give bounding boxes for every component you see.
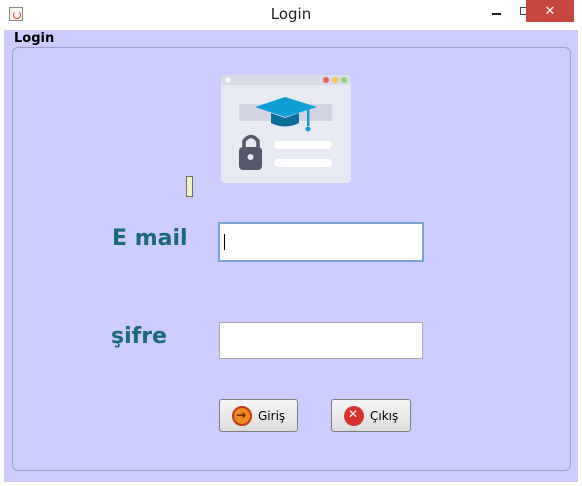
panel-label: Login xyxy=(14,31,55,46)
window-dot-yellow xyxy=(332,77,338,83)
tassel-end xyxy=(305,126,311,132)
small-indicator xyxy=(186,176,193,197)
keyhole xyxy=(247,154,254,160)
tassel xyxy=(307,107,310,126)
window-dot-red xyxy=(323,77,329,83)
minimize-icon xyxy=(491,12,501,15)
title-bar: Login ✕ xyxy=(0,0,582,30)
close-circle-icon xyxy=(344,405,364,426)
arrow-right-circle-icon xyxy=(232,405,252,426)
close-icon: ✕ xyxy=(544,3,556,19)
exit-button[interactable]: Çıkış xyxy=(331,399,411,432)
email-label: E mail xyxy=(112,226,188,251)
window-header xyxy=(221,75,351,85)
login-button-label: Giriş xyxy=(258,408,286,423)
text-line-1 xyxy=(274,141,332,149)
exit-button-label: Çıkış xyxy=(370,408,399,423)
close-button[interactable]: ✕ xyxy=(526,0,574,22)
password-label: şifre xyxy=(111,324,167,349)
window-dot xyxy=(225,77,231,83)
text-caret xyxy=(224,234,225,250)
education-login-illustration xyxy=(221,75,351,183)
email-field[interactable] xyxy=(218,222,424,262)
window-dot-green xyxy=(341,77,347,83)
login-button[interactable]: Giriş xyxy=(219,399,298,432)
text-line-2 xyxy=(274,159,332,167)
password-field[interactable] xyxy=(219,322,423,359)
